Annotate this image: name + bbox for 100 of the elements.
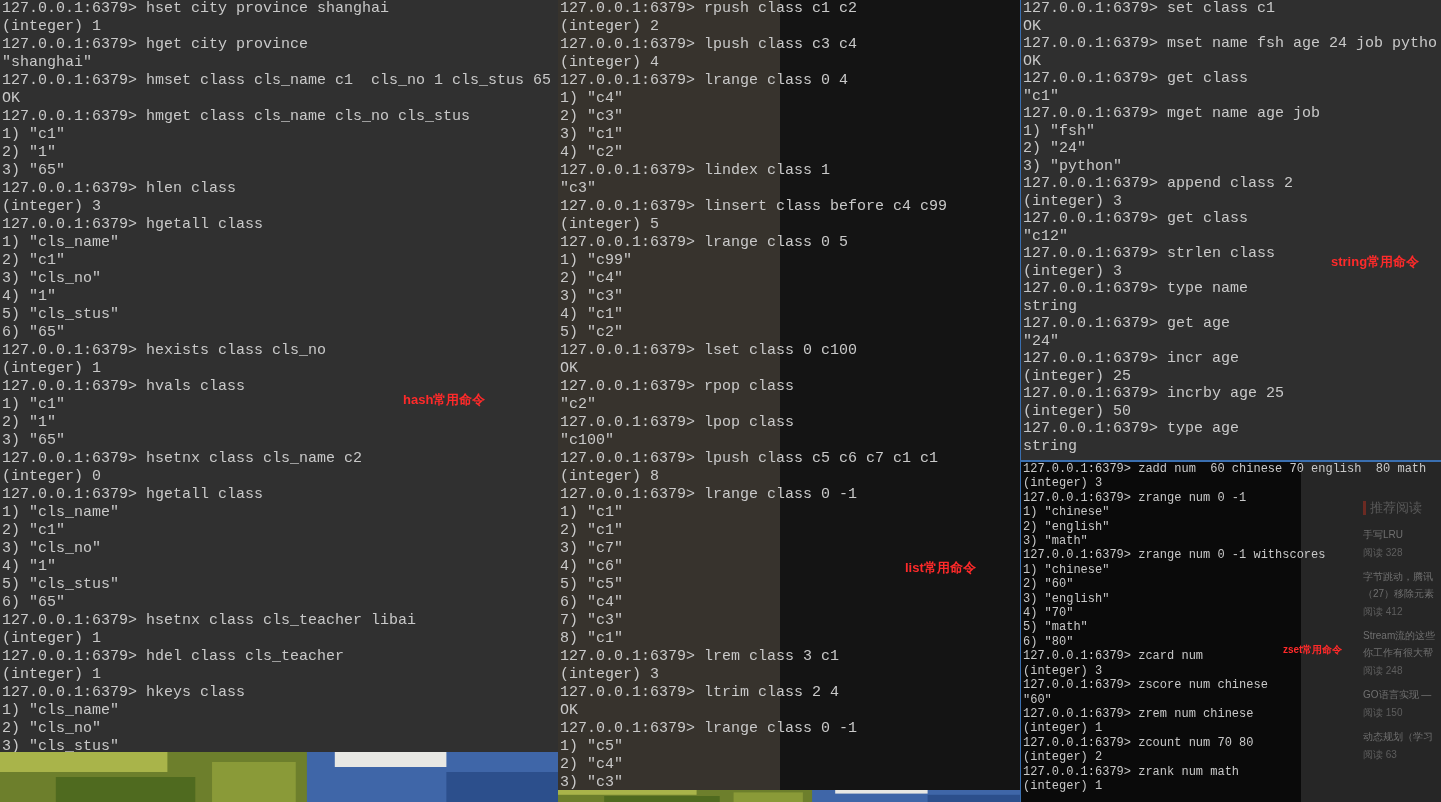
- terminal-line: "c1": [1023, 87, 1059, 105]
- terminal-line: 2) "1": [2, 144, 56, 162]
- terminal-line: 5) "c2": [560, 324, 623, 342]
- annotation-label: list常用命令: [905, 559, 976, 577]
- terminal-line: (integer) 2: [1023, 750, 1103, 765]
- terminal-line: (integer) 1: [1023, 721, 1103, 736]
- terminal-line: 1) "c1": [2, 126, 65, 144]
- annotation-label: zset常用命令: [1283, 643, 1343, 657]
- terminal-line: 3) "c7": [560, 540, 623, 558]
- terminal-line: 127.0.0.1:6379> zcount num 70 80: [1023, 735, 1254, 751]
- terminal-line: 127.0.0.1:6379> hmset class cls_name c1 cls_no 1 cls_stus 65: [2, 72, 552, 90]
- terminal-line: 8) "c1": [560, 630, 623, 648]
- terminal-line: 127.0.0.1:6379> get class: [1023, 210, 1249, 228]
- terminal-line: 127.0.0.1:6379> hexists class cls_no: [2, 342, 327, 360]
- terminal-line: 4) "c2": [560, 144, 623, 162]
- article-link[interactable]: Stream流的这些: [1363, 628, 1436, 642]
- terminal-line: (integer) 25: [1023, 367, 1132, 385]
- terminal-line: 127.0.0.1:6379> hgetall class: [2, 216, 264, 234]
- terminal-line: 6) "65": [2, 324, 65, 342]
- terminal-line: 1) "c5": [560, 738, 623, 756]
- terminal-line: 127.0.0.1:6379> lrange class 0 -1: [560, 720, 858, 738]
- annotation-label: hash常用命令: [403, 391, 486, 409]
- terminal-line: (integer) 1: [2, 630, 102, 648]
- terminal-line: 127.0.0.1:6379> lrange class 0 4: [560, 72, 849, 90]
- terminal-line: 127.0.0.1:6379> hget city province: [2, 36, 309, 54]
- terminal-line: OK: [560, 360, 578, 378]
- article-link[interactable]: 动态规划（学习: [1363, 729, 1433, 743]
- terminal-line: 5) "c5": [560, 576, 623, 594]
- terminal-line: 127.0.0.1:6379> get age: [1023, 315, 1231, 333]
- terminal-line: (integer) 3: [1023, 663, 1103, 679]
- terminal-line: 4) "c1": [560, 306, 623, 324]
- terminal-line: (integer) 3: [2, 198, 102, 216]
- terminal-line: 4) "1": [2, 558, 56, 576]
- article-link[interactable]: 字节跳动，腾讯: [1363, 569, 1433, 583]
- terminal-line: 3) "65": [2, 162, 65, 180]
- terminal-line: (integer) 5: [560, 216, 660, 234]
- terminal-line: 127.0.0.1:6379> strlen class: [1023, 245, 1276, 263]
- terminal-line: 1) "c99": [560, 252, 632, 270]
- terminal-line: 3) "python": [1023, 157, 1123, 175]
- terminal-line: 127.0.0.1:6379> mget name age job: [1023, 105, 1321, 123]
- terminal-line: OK: [2, 90, 20, 108]
- terminal-line: 127.0.0.1:6379> mset name fsh age 24 job pytho: [1023, 35, 1438, 53]
- terminal-line: 127.0.0.1:6379> hvals class: [2, 378, 246, 396]
- terminal-line: 127.0.0.1:6379> hmget class cls_name cls_no cls_stus: [2, 108, 471, 126]
- terminal-line: 127.0.0.1:6379> lindex class 1: [560, 162, 831, 180]
- terminal-line: (integer) 4: [560, 54, 660, 72]
- terminal-line: 2) "1": [2, 414, 56, 432]
- article-link[interactable]: 你工作有很大帮: [1363, 645, 1433, 659]
- terminal-line: 1) "c1": [560, 504, 623, 522]
- terminal-line: 1) "cls_name": [2, 234, 120, 252]
- terminal-line: 127.0.0.1:6379> zrange num 0 -1 withscores: [1023, 548, 1326, 563]
- terminal-line: 3) "c3": [560, 288, 623, 306]
- article-link[interactable]: （27）移除元素: [1363, 586, 1435, 600]
- terminal-line: "c3": [560, 180, 596, 198]
- terminal-line: 127.0.0.1:6379> ltrim class 2 4: [560, 684, 840, 702]
- terminal-line: (integer) 3: [1023, 262, 1123, 280]
- terminal-line: 127.0.0.1:6379> linsert class before c4 c99: [560, 198, 948, 216]
- terminal-line: (integer) 3: [560, 666, 660, 684]
- terminal-line: 3) "65": [2, 432, 65, 450]
- terminal-line: 4) "1": [2, 288, 56, 306]
- terminal-line: 2) "24": [1023, 140, 1086, 158]
- terminal-line: 127.0.0.1:6379> lrange class 0 5: [560, 234, 849, 252]
- terminal-line: "24": [1023, 332, 1059, 350]
- terminal-line: (integer) 0: [2, 468, 102, 486]
- terminal-line: "c2": [560, 396, 596, 414]
- article-link[interactable]: GO语言实现 —: [1363, 687, 1432, 701]
- terminal-line: 6) "c4": [560, 594, 623, 612]
- terminal-line: 127.0.0.1:6379> hlen class: [2, 180, 237, 198]
- terminal-line: 127.0.0.1:6379> hset city province shanghai: [2, 0, 390, 18]
- terminal-line: "60": [1023, 692, 1052, 707]
- terminal-line: (integer) 3: [1023, 476, 1103, 491]
- terminal-line: (integer) 1: [2, 360, 102, 378]
- terminal-line: 1) "cls_name": [2, 702, 120, 720]
- terminal-line: 2) "c3": [560, 108, 623, 126]
- terminal-line: OK: [560, 702, 578, 720]
- terminal-line: OK: [1023, 17, 1041, 35]
- terminal-line: 3) "english": [1023, 591, 1110, 607]
- terminal-line: 1) "c1": [2, 396, 65, 414]
- terminal-line: 7) "c3": [560, 612, 623, 630]
- terminal-line: 127.0.0.1:6379> zcard num: [1023, 649, 1204, 664]
- terminal-line: 127.0.0.1:6379> hgetall class: [2, 486, 264, 504]
- terminal-line: 4) "c6": [560, 558, 623, 576]
- terminal-line: 1) "cls_name": [2, 504, 120, 522]
- terminal-line: 1) "c4": [560, 90, 623, 108]
- terminal-line: 127.0.0.1:6379> type name: [1023, 280, 1249, 298]
- terminal-line: 127.0.0.1:6379> lset class 0 c100: [560, 342, 858, 360]
- terminal-line: 127.0.0.1:6379> hkeys class: [2, 684, 246, 702]
- terminal-line: OK: [1023, 52, 1041, 70]
- annotation-label: string常用命令: [1331, 253, 1420, 271]
- terminal-line: (integer) 1: [2, 666, 102, 684]
- terminal-line: 127.0.0.1:6379> type age: [1023, 420, 1240, 438]
- terminal-line: (integer) 8: [560, 468, 660, 486]
- terminal-line: 127.0.0.1:6379> hsetnx class cls_name c2: [2, 450, 363, 468]
- terminal-line: 127.0.0.1:6379> zrange num 0 -1: [1023, 490, 1247, 506]
- terminal-line: 127.0.0.1:6379> append class 2: [1023, 175, 1294, 193]
- terminal-line: 3) "c1": [560, 126, 623, 144]
- terminal-line: 2) "english": [1023, 519, 1110, 535]
- terminal-line: 1) "fsh": [1023, 122, 1095, 140]
- terminal-line: (integer) 1: [2, 18, 102, 36]
- terminal-line: 1) "chinese": [1023, 505, 1110, 520]
